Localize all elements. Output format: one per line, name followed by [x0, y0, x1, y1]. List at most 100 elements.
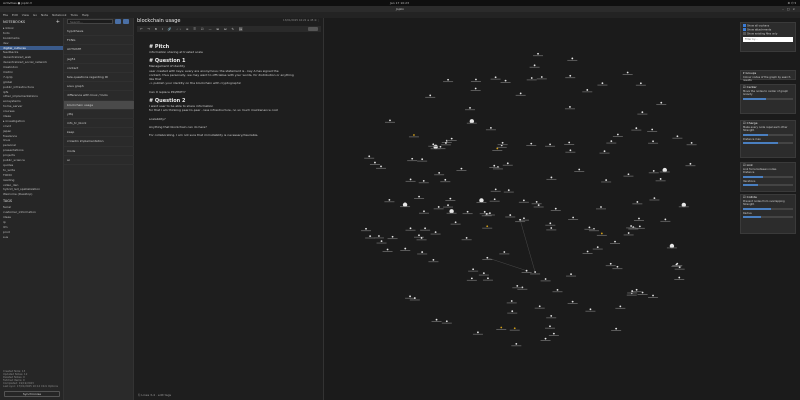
graph-node[interactable] [438, 171, 441, 174]
graph-node[interactable] [501, 141, 504, 144]
graph-node[interactable] [586, 89, 589, 91]
graph-node[interactable] [509, 214, 512, 216]
menu-file[interactable]: File [3, 13, 8, 17]
graph-node[interactable] [380, 165, 382, 168]
collide-radius-slider[interactable] [743, 216, 793, 218]
clock[interactable]: Jan 17 10:23 [390, 1, 409, 5]
graph-node[interactable] [374, 161, 376, 164]
graph-node[interactable] [447, 204, 449, 207]
graph-node[interactable] [572, 216, 575, 219]
graph-node[interactable] [530, 77, 533, 79]
graph-node[interactable] [413, 134, 415, 136]
charge-strength-slider[interactable] [743, 133, 793, 136]
graph-node[interactable] [519, 218, 522, 221]
menu-go[interactable]: Go [33, 13, 37, 17]
graph-node[interactable] [660, 101, 663, 104]
graph-node[interactable] [571, 300, 574, 303]
graph-node[interactable] [422, 179, 425, 182]
note-list-item[interactable]: sous graph [64, 82, 134, 92]
graph-node[interactable] [578, 168, 581, 171]
center-gravity-slider[interactable] [743, 97, 793, 100]
graph-node[interactable] [469, 106, 471, 109]
graph-node[interactable] [380, 240, 383, 243]
graph-node[interactable] [420, 237, 423, 239]
graph-view[interactable]: Show all orphans Show attachments Show e… [324, 18, 800, 400]
graph-node[interactable] [493, 198, 496, 201]
graph-node[interactable] [549, 222, 552, 225]
graph-node[interactable] [429, 94, 432, 97]
graph-node[interactable] [638, 225, 641, 228]
note-list-item[interactable]: ai [64, 156, 134, 165]
note-list-item[interactable]: difference with linux / tools [64, 91, 134, 101]
graph-node[interactable] [421, 158, 424, 161]
graph-node[interactable] [493, 164, 496, 167]
graph-node[interactable] [615, 327, 618, 330]
system-tray[interactable]: ⚙ ⏻ ▾ [788, 1, 796, 5]
note-list-item[interactable]: keep [64, 128, 134, 138]
graph-node[interactable] [421, 251, 424, 253]
graph-node[interactable] [601, 82, 604, 85]
note-graph[interactable] [324, 18, 800, 400]
graph-node[interactable] [389, 119, 391, 122]
note-list-item[interactable]: crowdin implementation [64, 137, 134, 147]
graph-node[interactable] [454, 221, 457, 224]
graph-node[interactable] [676, 135, 679, 138]
note-list-item[interactable]: yttq [64, 110, 134, 119]
graph-node[interactable] [641, 291, 644, 294]
graph-node[interactable] [496, 147, 499, 150]
editor-footer[interactable]: ⎘ Lines 3-4 · edit tags [138, 393, 171, 397]
editor-toolbar[interactable]: ↶ ↷ B I 🔗 ‹› ≡ ☰ ☑ — ⊞ ⊟ ✎ 🖼 [137, 26, 321, 32]
graph-node[interactable] [549, 325, 551, 328]
sidebar-tag-item[interactable]: sus [0, 235, 63, 240]
graph-node[interactable] [568, 141, 571, 144]
graph-node[interactable] [638, 217, 640, 220]
graph-node[interactable] [409, 178, 412, 181]
note-list-item[interactable]: info_tc_block [64, 119, 134, 129]
link-iterations-slider[interactable] [743, 184, 793, 186]
graph-node[interactable] [676, 262, 679, 265]
graph-node[interactable] [537, 204, 540, 206]
graph-node[interactable] [619, 305, 622, 308]
graph-node[interactable] [614, 240, 616, 243]
graph-node[interactable] [586, 250, 589, 253]
graph-node[interactable] [569, 106, 571, 108]
graph-node[interactable] [552, 332, 555, 335]
graph-node[interactable] [477, 331, 479, 334]
note-list-item[interactable]: mods [64, 147, 134, 156]
graph-node[interactable] [445, 142, 447, 144]
toolbar-buttons[interactable]: ↶ ↷ B I 🔗 ‹› ≡ ☰ ☑ — ⊞ ⊟ ✎ 🖼 [140, 27, 245, 31]
graph-node[interactable] [653, 197, 656, 199]
editor-layout-toggle[interactable] [308, 27, 318, 31]
graph-node[interactable] [369, 235, 372, 238]
checkbox-icon[interactable] [743, 28, 746, 31]
graph-node[interactable] [631, 290, 634, 292]
graph-node[interactable] [651, 128, 654, 131]
tags-header[interactable]: TAGS [0, 197, 63, 205]
graph-node[interactable] [690, 141, 693, 144]
graph-node[interactable] [466, 210, 469, 213]
graph-node[interactable] [460, 167, 463, 170]
graph-node[interactable] [472, 268, 475, 271]
graph-node[interactable] [659, 178, 662, 180]
graph-node[interactable] [588, 226, 591, 229]
graph-node[interactable] [540, 76, 543, 78]
graph-node[interactable] [519, 92, 522, 95]
graph-node[interactable] [571, 57, 574, 60]
graph-node[interactable] [404, 247, 407, 250]
graph-node[interactable] [533, 64, 536, 67]
graph-node[interactable] [485, 212, 488, 215]
menu-edit[interactable]: Edit [12, 13, 18, 17]
graph-node[interactable] [418, 195, 420, 198]
collide-strength-slider[interactable] [743, 207, 793, 210]
graph-node[interactable] [510, 300, 513, 302]
graph-node[interactable] [550, 315, 553, 317]
graph-node[interactable] [630, 225, 633, 227]
charge-distance-slider[interactable] [743, 142, 793, 144]
notebooks-header[interactable]: NOTEBOOKS + [0, 18, 63, 26]
checkbox-icon[interactable] [743, 32, 746, 35]
graph-node[interactable] [418, 234, 420, 237]
graph-node[interactable] [450, 137, 453, 140]
graph-node[interactable] [386, 248, 389, 251]
graph-node[interactable] [474, 87, 477, 90]
graph-node[interactable] [544, 337, 547, 340]
